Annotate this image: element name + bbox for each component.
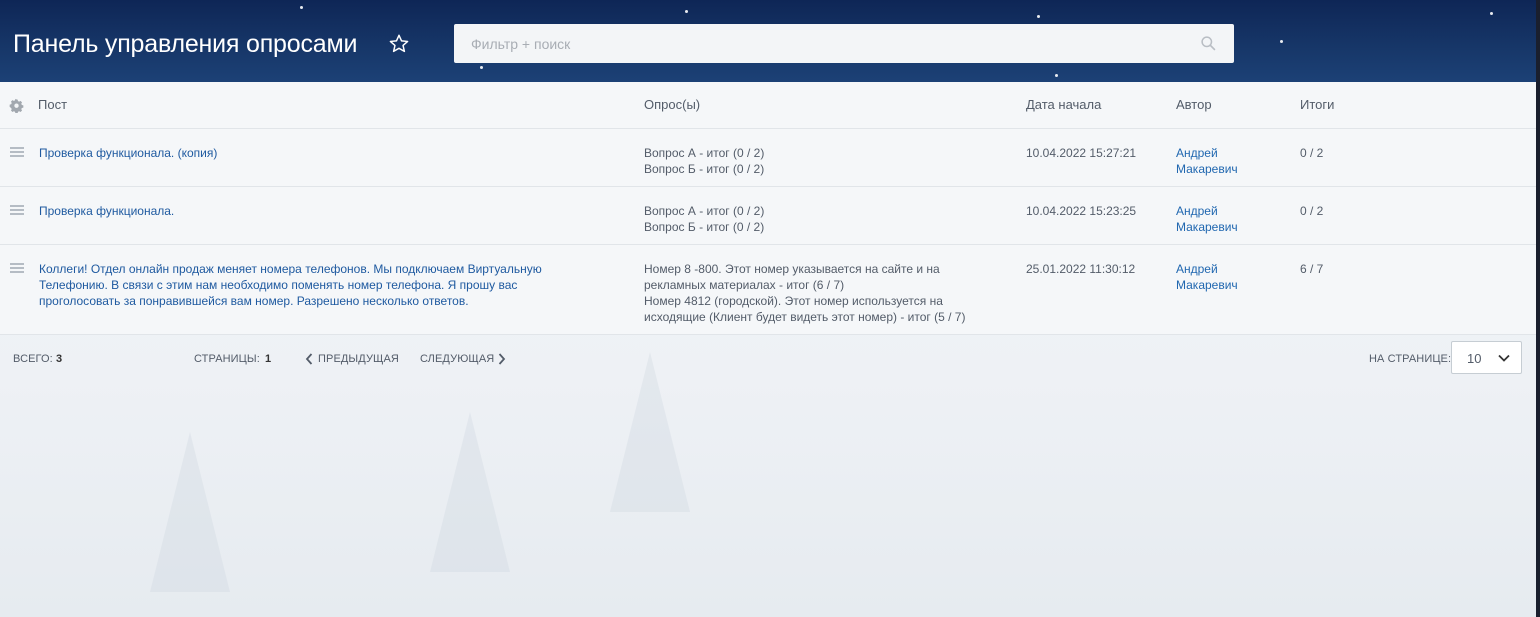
results-cell: 6 / 7 — [1300, 262, 1324, 276]
poll-line: Вопрос А - итог (0 / 2) — [644, 204, 765, 218]
author-link[interactable]: Андрей Макаревич — [1176, 145, 1238, 177]
star-outline-icon[interactable] — [388, 33, 410, 55]
page-title: Панель управления опросами — [13, 30, 358, 58]
column-header-polls[interactable]: Опрос(ы) — [644, 97, 700, 113]
prev-page-button[interactable]: ПРЕДЫДУЩАЯ — [318, 353, 399, 365]
search-box — [454, 24, 1234, 63]
background-tree — [150, 432, 230, 592]
results-cell: 0 / 2 — [1300, 146, 1324, 160]
author-link[interactable]: Андрей Макаревич — [1176, 203, 1238, 235]
window-edge — [1536, 0, 1540, 617]
poll-line: Номер 4812 (городской). Этот номер испол… — [644, 294, 943, 308]
chevron-left-icon[interactable] — [305, 353, 313, 365]
poll-line: Вопрос Б - итог (0 / 2) — [644, 162, 765, 176]
poll-line: Вопрос Б - итог (0 / 2) — [644, 220, 765, 234]
drag-handle-icon[interactable] — [10, 205, 24, 215]
results-cell: 0 / 2 — [1300, 204, 1324, 218]
table-row[interactable]: Проверка функционала. (копия) Вопрос А -… — [0, 129, 1536, 187]
poll-line: исходящие (Клиент будет видеть этот номе… — [644, 310, 966, 324]
polls-cell: Вопрос А - итог (0 / 2) Вопрос Б - итог … — [644, 145, 764, 177]
per-page-select[interactable]: 10 — [1451, 341, 1522, 374]
start-date-cell: 10.04.2022 15:27:21 — [1026, 146, 1137, 160]
pages-label: СТРАНИЦЫ: — [194, 353, 260, 365]
chevron-down-icon — [1498, 354, 1510, 362]
polls-cell: Вопрос А - итог (0 / 2) Вопрос Б - итог … — [644, 203, 764, 235]
chevron-right-icon[interactable] — [498, 353, 506, 365]
author-link[interactable]: Андрей Макаревич — [1176, 261, 1238, 293]
grid-header-row: Пост Опрос(ы) Дата начала Автор Итоги — [0, 82, 1536, 129]
search-icon[interactable] — [1200, 35, 1217, 52]
post-link[interactable]: Коллеги! Отдел онлайн продаж меняет номе… — [39, 261, 542, 309]
post-link[interactable]: Проверка функционала. — [39, 203, 174, 219]
polls-cell: Номер 8 -800. Этот номер указывается на … — [644, 261, 965, 325]
gear-icon[interactable] — [9, 98, 24, 113]
total-count: ВСЕГО: 3 — [13, 353, 63, 365]
poll-line: Вопрос А - итог (0 / 2) — [644, 146, 765, 160]
poll-line: Номер 8 -800. Этот номер указывается на … — [644, 262, 940, 276]
background-tree — [430, 412, 510, 572]
column-header-start-date[interactable]: Дата начала — [1026, 97, 1101, 113]
column-header-post[interactable]: Пост — [38, 97, 67, 113]
search-input[interactable] — [454, 24, 1184, 63]
drag-handle-icon[interactable] — [10, 263, 24, 273]
column-header-results[interactable]: Итоги — [1300, 97, 1334, 113]
per-page-label: НА СТРАНИЦЕ: — [1369, 353, 1452, 365]
post-link[interactable]: Проверка функционала. (копия) — [39, 145, 217, 161]
per-page-value: 10 — [1467, 351, 1482, 366]
table-row[interactable]: Проверка функционала. Вопрос А - итог (0… — [0, 187, 1536, 245]
poll-line: рекламных материалах - итог (6 / 7) — [644, 278, 845, 292]
start-date-cell: 25.01.2022 11:30:12 — [1026, 262, 1136, 276]
start-date-cell: 10.04.2022 15:23:25 — [1026, 204, 1137, 218]
column-header-author[interactable]: Автор — [1176, 97, 1212, 113]
current-page[interactable]: 1 — [265, 353, 271, 365]
next-page-button[interactable]: СЛЕДУЮЩАЯ — [420, 353, 494, 365]
table-row[interactable]: Коллеги! Отдел онлайн продаж меняет номе… — [0, 245, 1536, 335]
drag-handle-icon[interactable] — [10, 147, 24, 157]
